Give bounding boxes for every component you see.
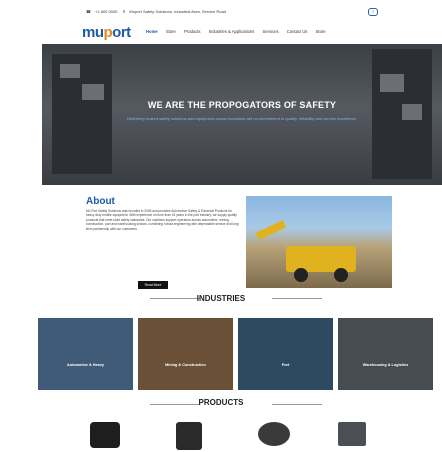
nav-item-store[interactable]: Store xyxy=(166,29,176,34)
product-camera-icon[interactable] xyxy=(176,422,202,450)
truck-wheel xyxy=(294,268,308,282)
about-title: About xyxy=(86,196,115,207)
industry-label: Automotive & Heavy xyxy=(67,363,104,367)
nav-item-contact[interactable]: Contact Us xyxy=(287,29,308,34)
main-nav: Home Store Products Industries & Applica… xyxy=(146,29,333,34)
logo-text-end: ort xyxy=(112,24,131,41)
hero-title: WE ARE THE PROPOGATORS OF SAFETY xyxy=(147,100,337,110)
hero-bg-box xyxy=(380,74,404,92)
product-sensor-icon[interactable] xyxy=(258,422,290,446)
divider xyxy=(272,298,322,299)
industry-card-port[interactable]: Port xyxy=(238,318,333,390)
industry-card-warehousing[interactable]: Warehousing & Logistics xyxy=(338,318,433,390)
read-more-button[interactable]: Read More xyxy=(138,281,168,289)
industry-card-mining[interactable]: Mining & Construction xyxy=(138,318,233,390)
social-icon[interactable]: f xyxy=(368,8,378,16)
hero-bg-box xyxy=(82,84,104,100)
truck-wheel xyxy=(334,268,348,282)
contact-info: ☎ +1 800 0000 ⚲ Muport Safety Solutions, I… xyxy=(86,9,230,14)
about-image xyxy=(246,196,392,288)
nav-item-home[interactable]: Home xyxy=(146,29,158,34)
address-text: Muport Safety Solutions, Industrial Area… xyxy=(129,9,226,14)
hero-bg-box xyxy=(60,64,80,78)
nav-item-store-2[interactable]: Store xyxy=(316,29,326,34)
phone-icon: ☎ xyxy=(86,9,91,14)
logo-text-accent: p xyxy=(103,24,113,41)
hero-banner: WE ARE THE PROPOGATORS OF SAFETY Deliver… xyxy=(42,44,442,185)
industry-label: Port xyxy=(281,363,290,367)
industry-label: Mining & Construction xyxy=(165,363,206,367)
products-row xyxy=(0,418,442,452)
industries-grid: Automotive & Heavy Mining & Construction… xyxy=(38,318,438,390)
products-title: PRODUCTS xyxy=(198,398,244,407)
excavator-arm xyxy=(255,220,287,240)
nav-item-services[interactable]: Services xyxy=(263,29,279,34)
site-header: muport Home Store Products Industries & … xyxy=(0,20,442,44)
phone-text[interactable]: +1 800 0000 xyxy=(95,9,117,14)
product-monitor-icon[interactable] xyxy=(338,422,366,446)
nav-item-industries[interactable]: Industries & Applications xyxy=(209,29,255,34)
hero-subtitle: Delivering trusted safety solutions and … xyxy=(126,116,358,121)
logo-text-main: mu xyxy=(82,24,104,41)
nav-item-products[interactable]: Products xyxy=(184,29,201,34)
location-icon: ⚲ xyxy=(122,9,126,14)
about-text: Mu Port Safety Solutions was founded in … xyxy=(86,209,239,231)
industry-label: Warehousing & Logistics xyxy=(362,363,409,367)
site-logo[interactable]: muport xyxy=(82,24,131,41)
divider xyxy=(272,404,322,405)
top-contact-bar: ☎ +1 800 0000 ⚲ Muport Safety Solutions, I… xyxy=(0,6,442,18)
product-controller-icon[interactable] xyxy=(90,422,120,448)
industries-title: INDUSTRIES xyxy=(196,294,246,303)
industry-card-automotive[interactable]: Automotive & Heavy xyxy=(38,318,133,390)
